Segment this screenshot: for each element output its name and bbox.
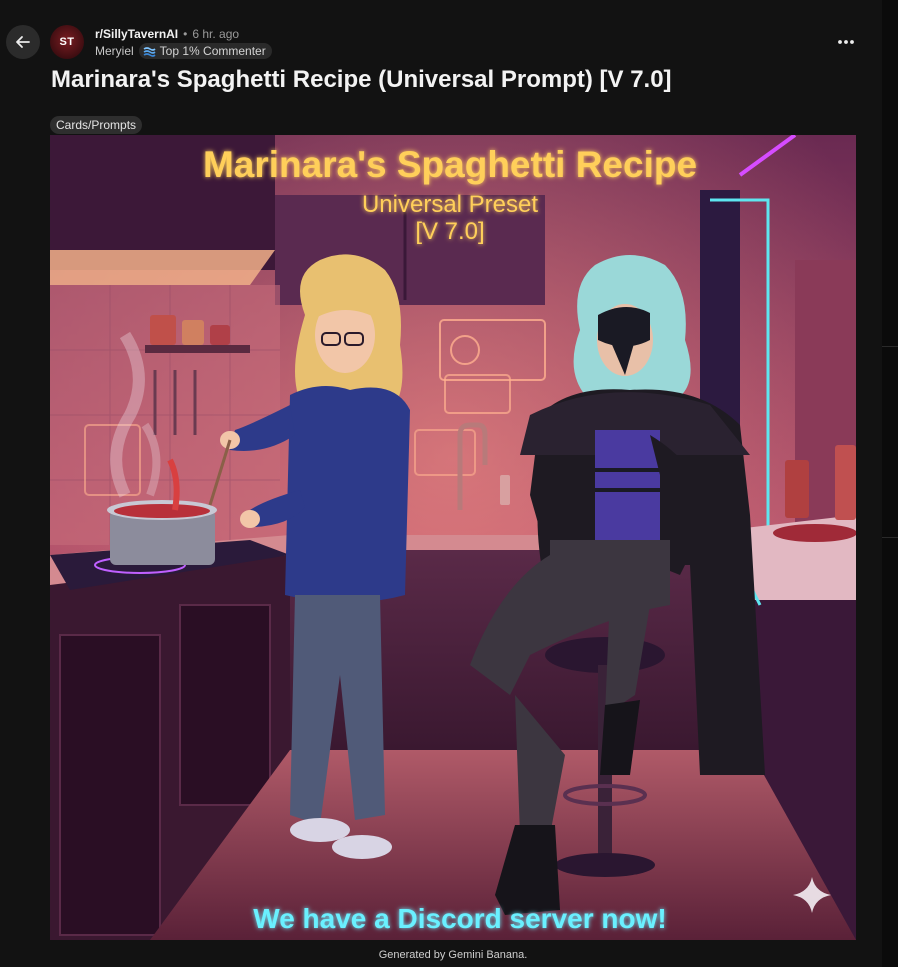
- author-link[interactable]: Meryiel: [95, 44, 134, 58]
- range-hood-light: [50, 250, 275, 285]
- right-gutter: [882, 0, 898, 967]
- arrow-left-icon: [16, 36, 30, 48]
- wall-shelf: [145, 345, 250, 353]
- post-flair[interactable]: Cards/Prompts: [50, 116, 143, 134]
- image-subtitle: Universal Preset: [362, 191, 538, 218]
- meta-separator: •: [183, 27, 188, 41]
- more-horizontal-icon: [838, 40, 854, 44]
- more-options-button[interactable]: [829, 28, 863, 56]
- jar: [785, 460, 809, 518]
- post-time: 6 hr. ago: [192, 27, 240, 41]
- subreddit-avatar[interactable]: ST: [50, 25, 84, 59]
- jar: [835, 445, 856, 520]
- image-title: Marinara's Spaghetti Recipe: [203, 144, 697, 185]
- subreddit-link[interactable]: r/SillyTavernAI: [95, 27, 178, 41]
- back-button[interactable]: [6, 25, 40, 59]
- post-title[interactable]: Marinara's Spaghetti Recipe (Universal P…: [51, 64, 851, 96]
- post-image[interactable]: Marinara's Spaghetti Recipe Universal Pr…: [50, 135, 856, 940]
- plate: [773, 524, 856, 542]
- badge-label: Top 1% Commenter: [159, 44, 266, 58]
- illustration: Marinara's Spaghetti Recipe Universal Pr…: [50, 135, 856, 940]
- post-page: ST r/SillyTavernAI • 6 hr. ago Meryiel T…: [0, 0, 898, 967]
- discord-banner: We have a Discord server now!: [253, 903, 666, 934]
- commenter-badge-icon: [143, 46, 156, 57]
- author-line: Meryiel Top 1% Commenter: [95, 42, 272, 60]
- image-caption: Generated by Gemini Banana.: [378, 949, 528, 961]
- post-meta: r/SillyTavernAI • 6 hr. ago: [95, 26, 239, 42]
- gutter-divider: [882, 346, 898, 347]
- gutter-divider: [882, 537, 898, 538]
- avatar-initials: ST: [59, 36, 75, 48]
- commenter-badge: Top 1% Commenter: [138, 43, 272, 59]
- image-version: [V 7.0]: [415, 218, 484, 245]
